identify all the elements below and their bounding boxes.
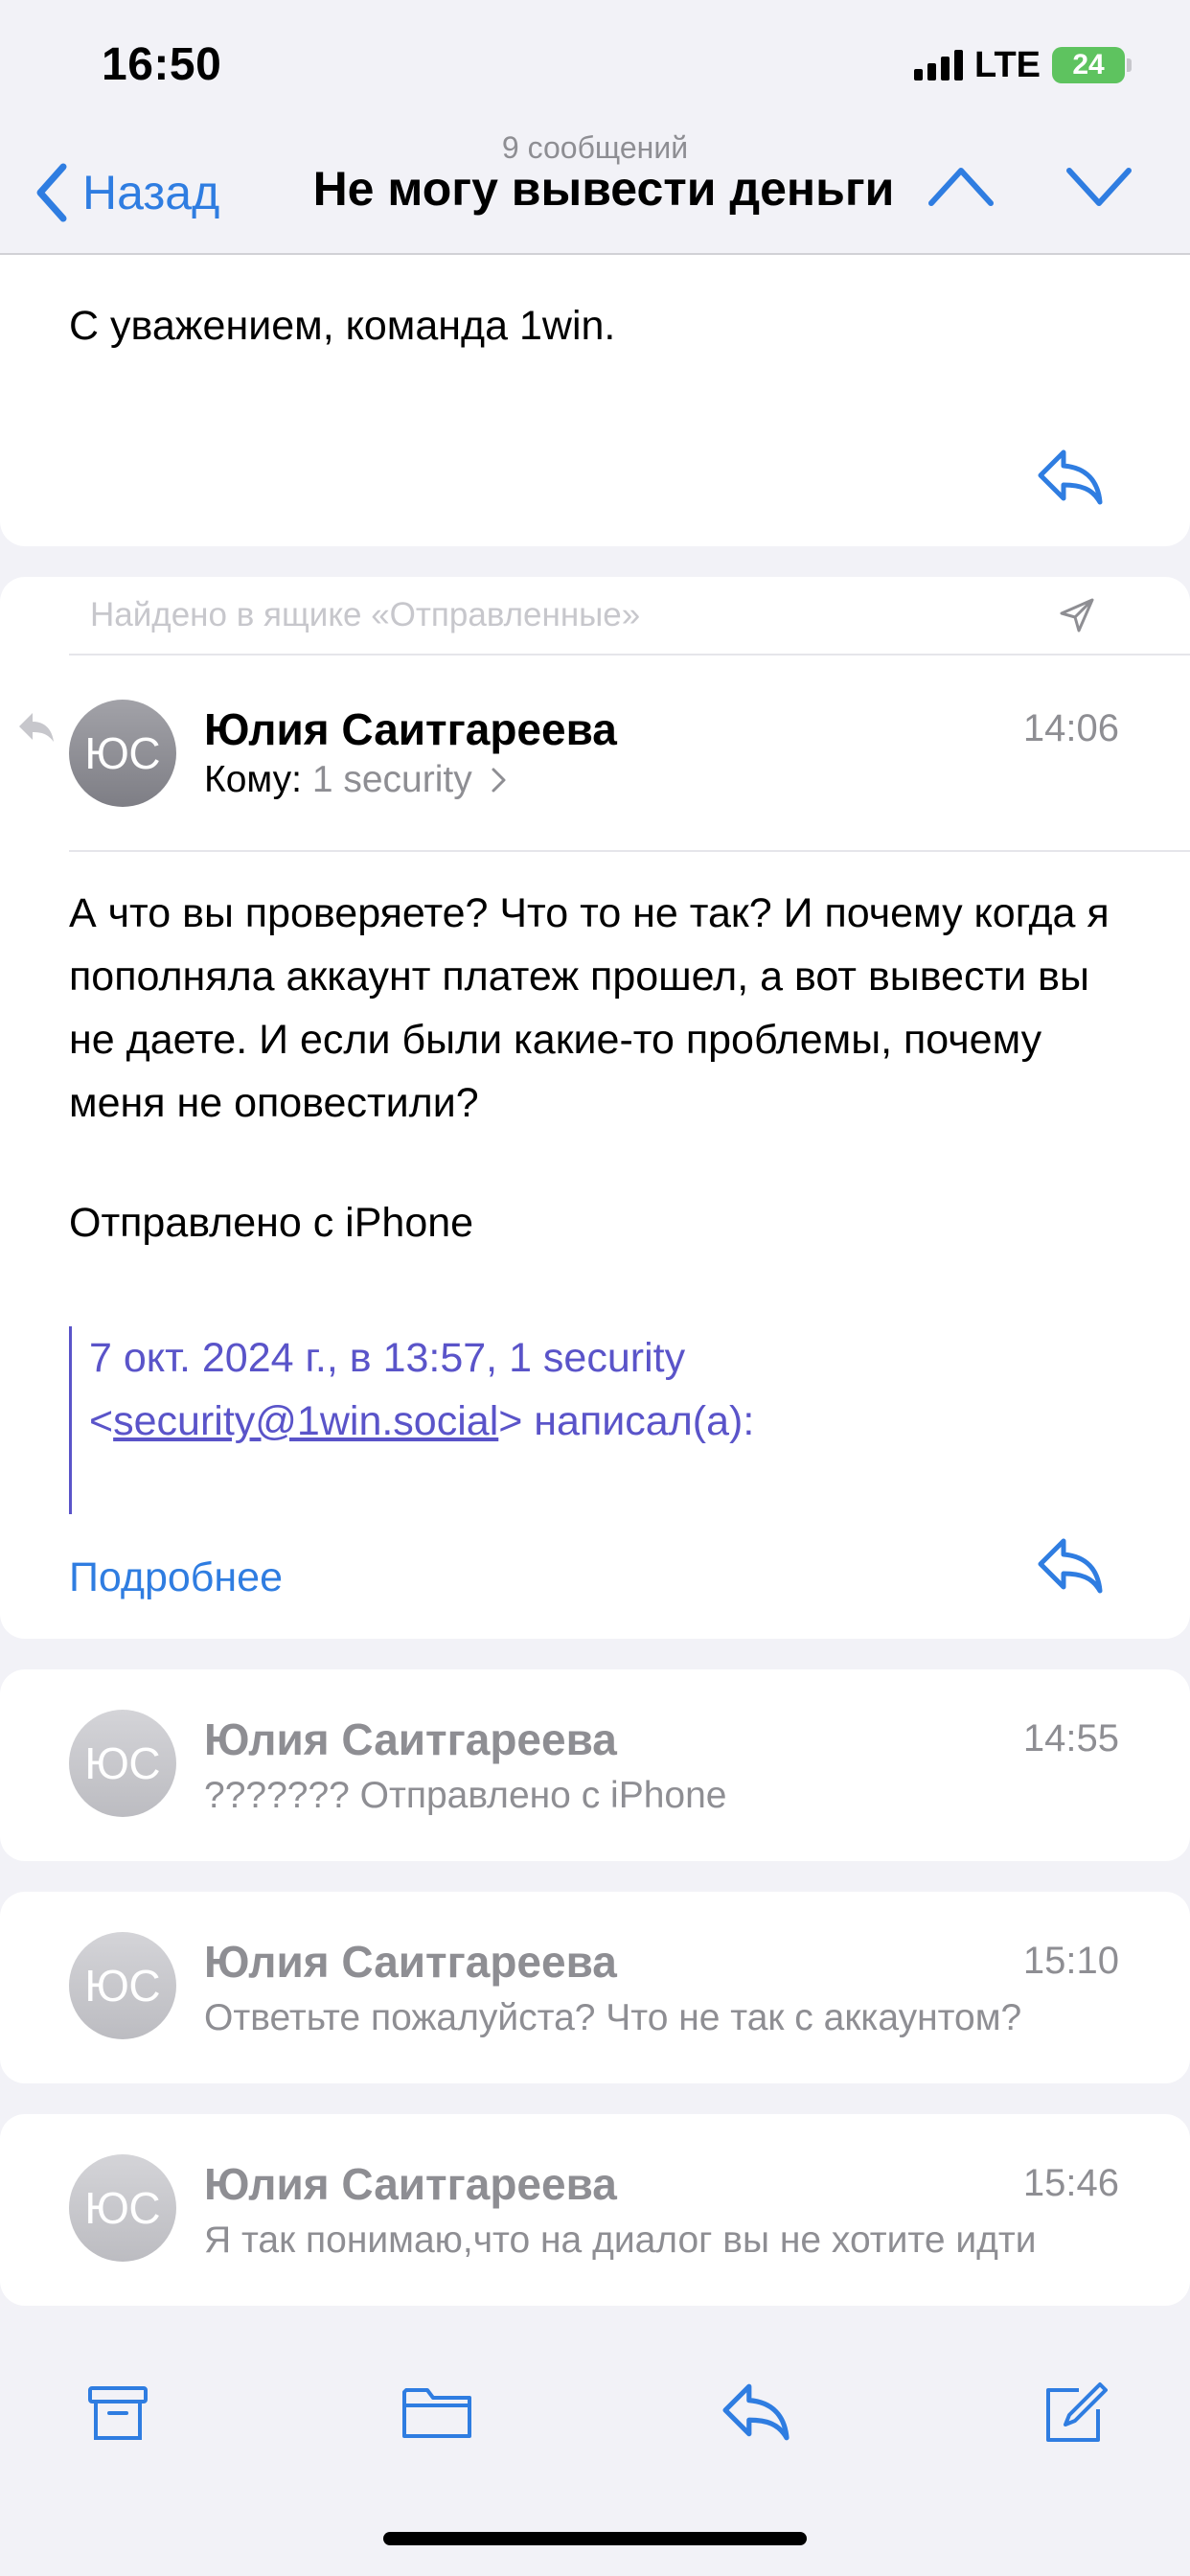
message-signature: Отправлено с iPhone <box>69 1200 474 1246</box>
chevron-up-icon[interactable] <box>927 165 995 207</box>
sender-name: Юлия Саитгареева <box>204 1714 617 1764</box>
avatar: ЮС <box>69 2154 176 2262</box>
navigation-bar: 9 сообщений Назад Не могу вывести деньги <box>0 125 1190 255</box>
message-preview: Ответьте пожалуйста? Что не так с аккаун… <box>204 1997 1022 2038</box>
message-card-previous: С уважением, команда 1win. <box>0 230 1190 546</box>
battery-level: 24 <box>1072 49 1105 80</box>
recipient-row[interactable]: Кому: 1 security <box>204 759 508 801</box>
recipient-name[interactable]: 1 security <box>312 759 472 800</box>
status-indicators: LTE 24 <box>914 44 1132 86</box>
paper-plane-icon <box>1058 596 1096 639</box>
quoted-header: 7 окт. 2024 г., в 13:57, 1 security <sec… <box>69 1326 1123 1514</box>
reply-icon[interactable] <box>719 2380 791 2449</box>
message-time: 15:10 <box>1022 1940 1119 1982</box>
avatar: ЮС <box>69 1932 176 2039</box>
avatar: ЮС <box>69 1710 176 1817</box>
thread-navigation <box>927 165 1133 207</box>
chevron-right-icon <box>492 768 506 793</box>
message-time: 14:06 <box>1022 707 1119 749</box>
message-time: 14:55 <box>1022 1717 1119 1760</box>
message-preview: ??????? Отправлено с iPhone <box>204 1775 727 1816</box>
home-indicator <box>383 2532 807 2545</box>
status-bar: 16:50 LTE 24 <box>0 0 1190 125</box>
message-card-collapsed[interactable]: ЮС Юлия Саитгареева 15:10 Ответьте пожал… <box>0 1892 1190 2083</box>
avatar: ЮС <box>69 700 176 807</box>
to-label: Кому: <box>204 759 302 800</box>
message-closing: С уважением, команда 1win. <box>69 303 616 349</box>
back-label: Назад <box>82 166 220 219</box>
header-divider <box>69 850 1190 852</box>
quote-date-line: 7 окт. 2024 г., в 13:57, 1 security <box>89 1335 686 1381</box>
reply-icon[interactable] <box>1035 447 1104 513</box>
status-time: 16:50 <box>102 39 222 90</box>
chevron-left-icon <box>36 163 67 222</box>
thread-title: Не могу вывести деньги <box>312 162 895 216</box>
message-body: А что вы проверяете? Что то не так? И по… <box>69 890 1110 1126</box>
found-in-mailbox: Найдено в ящике «Отправленные» <box>69 577 1190 656</box>
back-button[interactable]: Назад <box>34 159 219 226</box>
sender-name: Юлия Саитгареева <box>204 2159 617 2209</box>
message-card-collapsed[interactable]: ЮС Юлия Саитгареева 15:46 Я так понимаю,… <box>0 2114 1190 2306</box>
cellular-signal-icon <box>914 50 964 80</box>
message-time: 15:46 <box>1022 2162 1119 2204</box>
chevron-down-icon[interactable] <box>1065 165 1133 207</box>
sender-name: Юлия Саитгареева <box>204 1937 617 1987</box>
more-link[interactable]: Подробнее <box>69 1554 283 1601</box>
folder-icon[interactable] <box>400 2380 473 2449</box>
quote-author-line: <security@1win.social> написал(а): <box>89 1398 755 1444</box>
email-link[interactable]: security@1win.social <box>113 1398 498 1444</box>
message-card-collapsed[interactable]: ЮС Юлия Саитгареева 14:55 ??????? Отправ… <box>0 1669 1190 1861</box>
network-type: LTE <box>974 44 1041 85</box>
message-card-expanded: Найдено в ящике «Отправленные» ЮС Юлия С… <box>0 577 1190 1639</box>
replied-indicator-icon <box>17 711 56 748</box>
compose-icon[interactable] <box>1041 2380 1108 2452</box>
archive-icon[interactable] <box>86 2380 149 2449</box>
sender-name: Юлия Саитгареева <box>204 704 617 754</box>
battery-icon: 24 <box>1052 47 1132 83</box>
message-preview: Я так понимаю,что на диалог вы не хотите… <box>204 2220 1037 2261</box>
reply-icon[interactable] <box>1035 1535 1104 1601</box>
found-in-label: Найдено в ящике «Отправленные» <box>90 596 641 633</box>
